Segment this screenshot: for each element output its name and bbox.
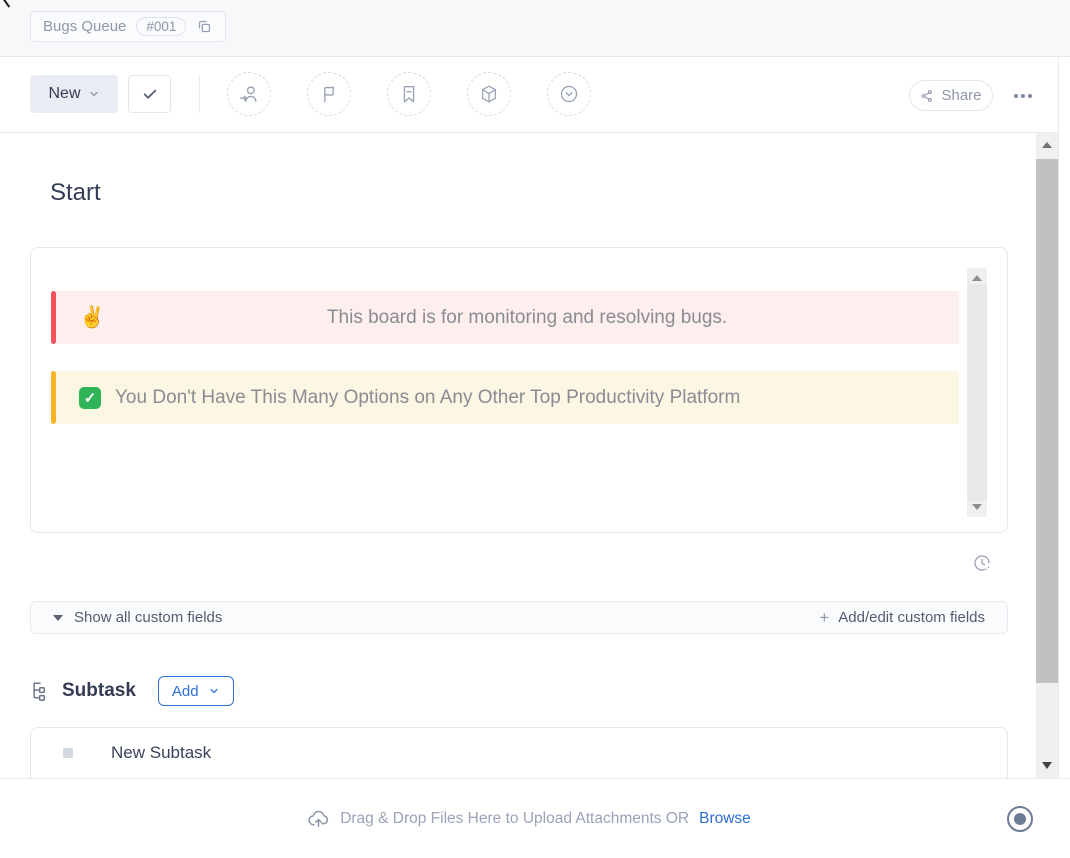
scroll-up-arrow-icon[interactable] bbox=[972, 275, 982, 281]
record-dot-icon bbox=[1014, 813, 1026, 825]
circle-v-icon bbox=[558, 83, 580, 105]
add-subtask-button[interactable]: Add bbox=[158, 676, 234, 706]
attachments-footer: Drag & Drop Files Here to Upload Attachm… bbox=[0, 778, 1070, 857]
new-button-label: New bbox=[48, 85, 80, 103]
page-scrollbar[interactable] bbox=[1036, 133, 1058, 778]
time-log-button[interactable] bbox=[972, 553, 992, 578]
subtask-tree-icon bbox=[30, 680, 52, 702]
mark-complete-button[interactable] bbox=[128, 75, 171, 113]
task-number-badge: #001 bbox=[136, 17, 186, 36]
show-custom-fields-toggle[interactable]: Show all custom fields bbox=[53, 609, 222, 626]
share-button[interactable]: Share bbox=[909, 80, 993, 111]
board-name: Bugs Queue bbox=[43, 18, 126, 35]
add-subtask-label: Add bbox=[172, 683, 199, 700]
custom-fields-bar: Show all custom fields + Add/edit custom… bbox=[30, 601, 1008, 634]
subtask-row-label: New Subtask bbox=[111, 743, 211, 763]
top-bar: Bugs Queue #001 bbox=[0, 0, 1070, 57]
cube-icon bbox=[478, 83, 500, 105]
more-options-button[interactable] bbox=[1009, 87, 1037, 105]
note-text: You Don't Have This Many Options on Any … bbox=[115, 387, 740, 409]
record-button[interactable] bbox=[1007, 806, 1033, 832]
task-detail-panel: Start ✌ This board is for monitoring and… bbox=[0, 133, 1058, 778]
dropzone-text: Drag & Drop Files Here to Upload Attachm… bbox=[340, 810, 689, 828]
file-dropzone[interactable]: Drag & Drop Files Here to Upload Attachm… bbox=[0, 779, 1058, 858]
chevron-down-icon bbox=[88, 88, 100, 100]
product-button[interactable] bbox=[467, 72, 511, 116]
share-button-label: Share bbox=[941, 87, 981, 104]
note-item: ✓ You Don't Have This Many Options on An… bbox=[51, 371, 959, 424]
checkmark-icon bbox=[141, 85, 159, 103]
page-scrollbar-thumb[interactable] bbox=[1036, 159, 1058, 683]
panel-right-divider bbox=[1058, 57, 1059, 857]
scroll-up-arrow-icon[interactable] bbox=[1042, 142, 1052, 148]
add-edit-custom-fields-label: Add/edit custom fields bbox=[838, 609, 985, 626]
assign-user-button[interactable] bbox=[227, 72, 271, 116]
add-edit-custom-fields-button[interactable]: + Add/edit custom fields bbox=[819, 608, 985, 628]
copy-icon[interactable] bbox=[196, 18, 213, 35]
toolbar: New bbox=[0, 58, 1058, 133]
description-scrollbar-thumb[interactable] bbox=[967, 284, 987, 501]
chevron-down-icon bbox=[208, 685, 220, 697]
plus-icon: + bbox=[819, 608, 829, 628]
peace-emoji: ✌ bbox=[79, 306, 105, 330]
cursor-artifact bbox=[1, 0, 10, 8]
status-section-title: Start bbox=[50, 179, 101, 207]
scroll-down-arrow-icon[interactable] bbox=[1042, 762, 1052, 769]
share-icon bbox=[920, 89, 934, 103]
subtask-bullet-icon bbox=[63, 748, 73, 758]
scroll-down-arrow-icon[interactable] bbox=[972, 504, 982, 510]
subtask-row[interactable]: New Subtask bbox=[31, 728, 1007, 778]
new-status-button[interactable]: New bbox=[30, 75, 118, 113]
caret-down-icon bbox=[53, 615, 63, 621]
note-text: This board is for monitoring and resolvi… bbox=[115, 307, 939, 329]
description-box: ✌ This board is for monitoring and resol… bbox=[30, 247, 1008, 533]
description-scrollbar[interactable] bbox=[967, 268, 987, 517]
version-button[interactable] bbox=[547, 72, 591, 116]
clock-icon bbox=[972, 553, 992, 573]
priority-flag-button[interactable] bbox=[307, 72, 351, 116]
subtask-section-header: Subtask Add bbox=[30, 676, 234, 706]
toolbar-divider bbox=[199, 75, 200, 113]
cloud-upload-icon bbox=[307, 807, 330, 830]
more-options-icon bbox=[1014, 94, 1018, 98]
browse-link[interactable]: Browse bbox=[699, 810, 751, 828]
breadcrumb[interactable]: Bugs Queue #001 bbox=[30, 11, 226, 42]
subtask-list-card: New Subtask bbox=[30, 727, 1008, 778]
show-custom-fields-label: Show all custom fields bbox=[74, 609, 222, 626]
subtask-section-title: Subtask bbox=[62, 680, 136, 702]
flag-icon bbox=[318, 83, 340, 105]
check-emoji: ✓ bbox=[79, 387, 101, 409]
label-button[interactable] bbox=[387, 72, 431, 116]
bookmark-icon bbox=[398, 83, 420, 105]
assign-user-icon bbox=[238, 83, 260, 105]
note-item: ✌ This board is for monitoring and resol… bbox=[51, 291, 959, 344]
